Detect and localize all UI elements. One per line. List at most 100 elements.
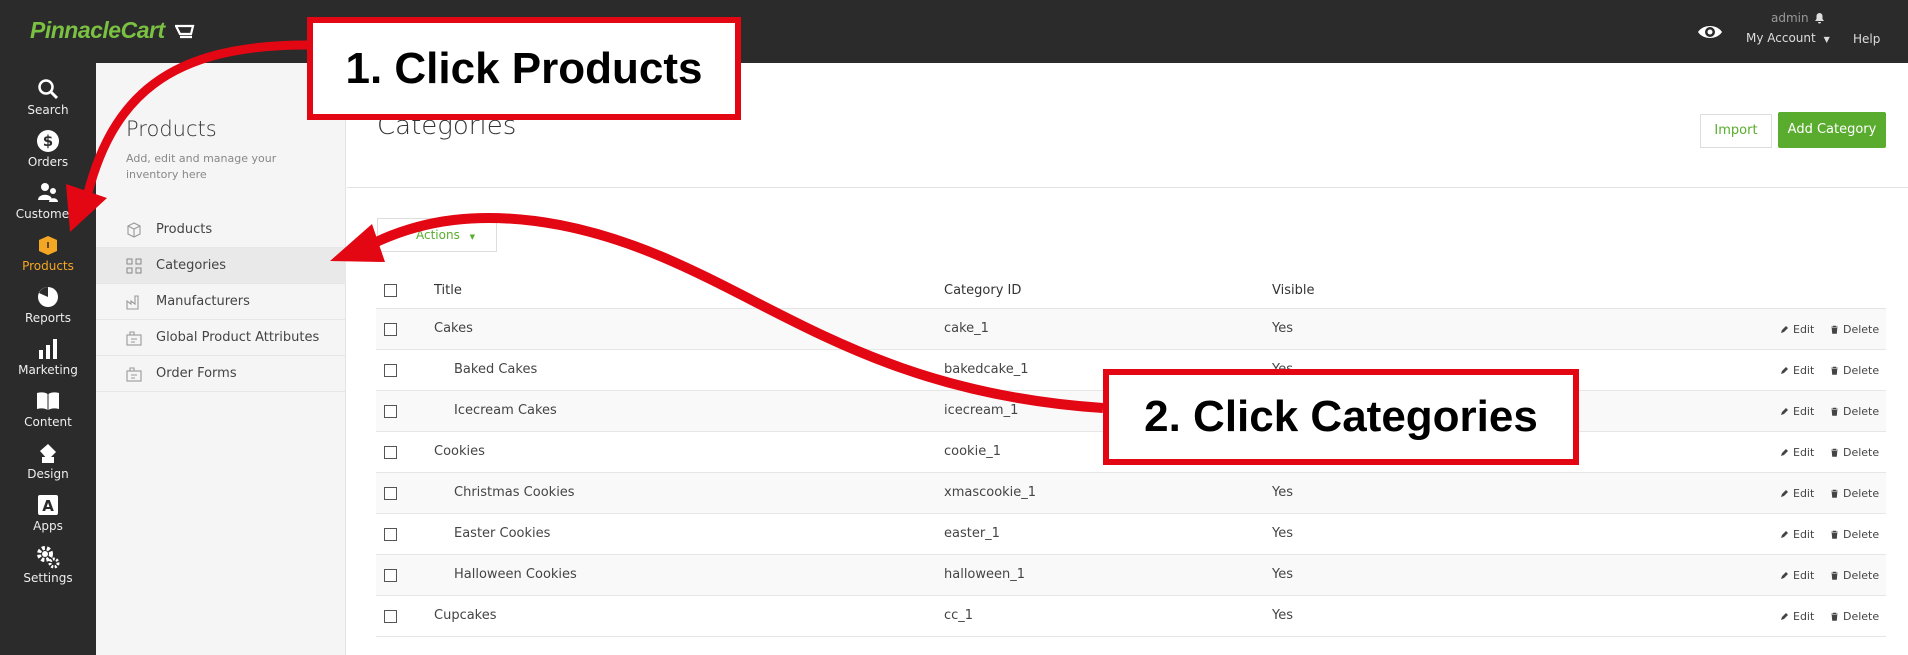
nav-label: Orders (27, 155, 69, 169)
row-title: Christmas Cookies (454, 485, 575, 500)
import-button[interactable]: Import (1700, 114, 1772, 148)
subnav-item-order-forms[interactable]: Order Forms (96, 356, 346, 392)
row-category-id: xmascookie_1 (944, 485, 1037, 500)
nav-item-content[interactable]: Content (0, 387, 96, 439)
edit-label: Edit (1793, 446, 1815, 459)
row-checkbox[interactable] (384, 405, 397, 418)
column-header-visible[interactable]: Visible (1272, 283, 1314, 298)
column-header-category-id[interactable]: Category ID (944, 283, 1021, 298)
subnav-item-manufacturers[interactable]: Manufacturers (96, 284, 346, 320)
edit-label: Edit (1793, 610, 1815, 623)
pencil-icon (1781, 367, 1788, 374)
subnav-item-global-attributes[interactable]: Global Product Attributes (96, 320, 346, 356)
trash-icon (1831, 325, 1838, 334)
delete-link[interactable]: Delete (1830, 323, 1879, 336)
edit-label: Edit (1793, 487, 1815, 500)
edit-link[interactable]: Edit (1780, 610, 1814, 623)
column-header-title[interactable]: Title (434, 283, 462, 298)
nav-item-settings[interactable]: Settings (0, 543, 96, 595)
subnav-item-products[interactable]: Products (96, 212, 346, 248)
row-checkbox[interactable] (384, 446, 397, 459)
row-title: Halloween Cookies (454, 567, 577, 582)
pencil-icon (1781, 449, 1788, 456)
book-icon (37, 392, 59, 410)
trash-icon (1831, 530, 1838, 539)
actions-dropdown[interactable]: Actions ▼ (377, 218, 497, 252)
trash-icon (1831, 448, 1838, 457)
row-category-id: easter_1 (944, 526, 1000, 541)
row-checkbox[interactable] (384, 528, 397, 541)
delete-label: Delete (1843, 610, 1880, 623)
search-icon (38, 79, 59, 100)
edit-label: Edit (1793, 528, 1815, 541)
delete-link[interactable]: Delete (1830, 405, 1879, 418)
table-row[interactable]: Cakes cake_1 Yes Edit Delete (376, 309, 1886, 350)
dollar-icon: $ (37, 130, 59, 152)
bar-chart-icon (39, 339, 57, 359)
preview-eye-icon[interactable] (1697, 19, 1723, 45)
box-icon (39, 236, 57, 255)
edit-link[interactable]: Edit (1780, 405, 1814, 418)
subnav-label: Products (156, 222, 213, 237)
row-title: Cupcakes (434, 608, 497, 623)
subnav-label: Order Forms (156, 366, 237, 381)
delete-link[interactable]: Delete (1830, 569, 1879, 582)
row-checkbox[interactable] (384, 569, 397, 582)
nav-item-reports[interactable]: Reports (0, 283, 96, 335)
edit-link[interactable]: Edit (1780, 569, 1814, 582)
subnav-list: Products Categories Manufacturers Global… (96, 212, 346, 392)
table-row[interactable]: Cupcakes cc_1 Yes Edit Delete (376, 596, 1886, 637)
pencil-icon (1781, 408, 1788, 415)
trash-icon (1831, 489, 1838, 498)
row-checkbox[interactable] (384, 610, 397, 623)
trash-icon (1831, 407, 1838, 416)
cart-icon (174, 24, 194, 39)
edit-link[interactable]: Edit (1780, 487, 1814, 500)
select-all-checkbox[interactable] (384, 284, 397, 297)
row-visible: Yes (1272, 567, 1293, 582)
subnav-title: Products (126, 117, 217, 141)
delete-link[interactable]: Delete (1830, 446, 1879, 459)
delete-link[interactable]: Delete (1830, 610, 1879, 623)
nav-label: Settings (23, 571, 73, 585)
callout-step-1: 1. Click Products (307, 17, 741, 120)
nav-item-orders[interactable]: $ Orders (0, 127, 96, 179)
edit-link[interactable]: Edit (1780, 446, 1814, 459)
edit-label: Edit (1793, 323, 1815, 336)
nav-label: Marketing (18, 363, 78, 377)
table-row[interactable]: Christmas Cookies xmascookie_1 Yes Edit Dele… (376, 473, 1886, 514)
nav-label: Reports (24, 311, 72, 325)
row-category-id: icecream_1 (944, 403, 1019, 418)
edit-link[interactable]: Edit (1780, 364, 1814, 377)
add-category-button[interactable]: Add Category (1778, 112, 1886, 148)
edit-link[interactable]: Edit (1780, 528, 1814, 541)
nav-item-marketing[interactable]: Marketing (0, 335, 96, 387)
bell-icon[interactable] (1813, 11, 1826, 24)
delete-link[interactable]: Delete (1830, 528, 1879, 541)
table-row[interactable]: Halloween Cookies halloween_1 Yes Edit Delet… (376, 555, 1886, 596)
nav-item-products[interactable]: Products (0, 231, 96, 283)
table-header: Title Category ID Visible (376, 272, 1886, 309)
edit-link[interactable]: Edit (1780, 323, 1814, 336)
nav-item-design[interactable]: Design (0, 439, 96, 491)
caret-down-icon: ▼ (469, 233, 476, 241)
nav-item-customers[interactable]: Customers (0, 179, 96, 231)
subnav-item-categories[interactable]: Categories (96, 248, 346, 284)
row-checkbox[interactable] (384, 487, 397, 500)
my-account-menu[interactable]: My Account ▼ (1746, 31, 1830, 45)
subnav-description: Add, edit and manage your inventory here (126, 152, 277, 181)
row-category-id: halloween_1 (944, 567, 1026, 582)
help-link[interactable]: Help (1853, 32, 1880, 46)
nav-item-search[interactable]: Search (0, 75, 96, 127)
nav-item-apps[interactable]: A Apps (0, 491, 96, 543)
app-logo[interactable]: PinnacleCart (30, 17, 197, 44)
pencil-icon (1781, 326, 1788, 333)
trash-icon (1831, 612, 1838, 621)
logo-text: PinnacleCart (30, 17, 165, 43)
row-category-id: cake_1 (944, 321, 989, 336)
table-row[interactable]: Easter Cookies easter_1 Yes Edit Delete (376, 514, 1886, 555)
row-checkbox[interactable] (384, 364, 397, 377)
delete-link[interactable]: Delete (1830, 487, 1879, 500)
delete-link[interactable]: Delete (1830, 364, 1879, 377)
row-checkbox[interactable] (384, 323, 397, 336)
